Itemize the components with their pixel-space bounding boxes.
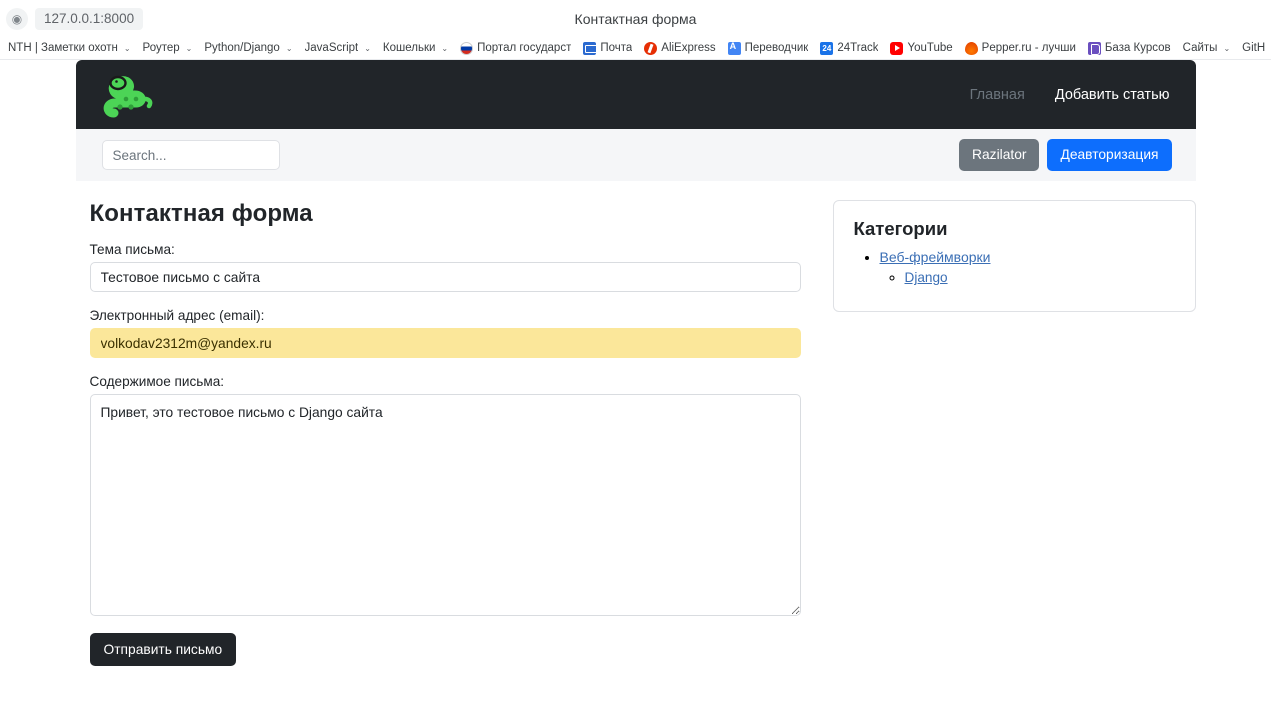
bookmark-label: Переводчик: [744, 42, 809, 54]
base-kursov-icon: [1087, 41, 1101, 55]
site-navbar: Главная Добавить статью: [75, 60, 1196, 129]
mail-icon: [583, 41, 597, 55]
python-snake-logo: [103, 75, 152, 117]
bookmark-label: Python/Django: [204, 42, 280, 54]
email-label: Электронный адрес (email):: [89, 308, 265, 323]
bookmark-label: GitH: [1242, 42, 1266, 54]
bookmark-item[interactable]: GitH: [1236, 40, 1271, 56]
category-link-django[interactable]: Django: [905, 270, 948, 285]
youtube-icon: [890, 41, 904, 55]
tab-title: Контактная форма: [574, 10, 697, 27]
content-column: Контактная форма Тема письма: Электронны…: [76, 200, 821, 666]
subcategory-item: Django: [905, 269, 1175, 287]
24track-icon: 24: [820, 41, 834, 55]
bookmark-item[interactable]: JavaScript ⌄: [299, 40, 377, 56]
body-textarea[interactable]: [89, 394, 801, 616]
bookmark-label: Кошельки: [382, 42, 436, 54]
globe-icon: ◉: [6, 7, 28, 30]
url-text[interactable]: 127.0.0.1:8000: [35, 7, 144, 30]
navbar-links: Главная Добавить статью: [968, 81, 1172, 109]
bookmark-item[interactable]: Кошельки ⌄: [377, 40, 454, 56]
subbar-actions: Razilator Деавторизация: [959, 139, 1172, 171]
categories-list: Веб-фреймворки Django: [854, 249, 1175, 287]
bookmark-item[interactable]: 24 24Track: [814, 40, 884, 57]
bookmark-item[interactable]: NTH | Заметки охотн ⌄: [2, 40, 137, 56]
categories-card: Категории Веб-фреймворки Django: [832, 200, 1196, 312]
body-label: Содержимое письма:: [89, 374, 225, 389]
bookmark-label: YouTube: [907, 42, 953, 54]
bookmark-item[interactable]: Почта: [577, 40, 638, 57]
page-container: Главная Добавить статью Razilator Деавто…: [75, 60, 1196, 666]
logout-button[interactable]: Деавторизация: [1047, 139, 1172, 171]
aliexpress-icon: [644, 41, 658, 55]
bookmark-label: Pepper.ru - лучши: [981, 42, 1076, 54]
site-logo-link[interactable]: [102, 71, 158, 119]
subcategories-list: Django: [880, 269, 1175, 287]
bookmark-item[interactable]: Переводчик: [722, 40, 815, 57]
contact-form: Тема письма: Электронный адрес (email): …: [89, 242, 821, 666]
translate-icon: [727, 41, 741, 55]
chevron-down-icon: ⌄: [285, 43, 293, 53]
search-and-actions-bar: Razilator Деавторизация: [75, 129, 1196, 181]
main-row: Контактная форма Тема письма: Электронны…: [76, 181, 1196, 666]
bookmark-label: Почта: [600, 42, 633, 54]
bookmark-item[interactable]: Pepper.ru - лучши: [959, 40, 1082, 57]
nav-link-add-article[interactable]: Добавить статью: [1053, 81, 1172, 109]
bookmark-item[interactable]: Роутер ⌄: [137, 40, 199, 56]
page-title: Контактная форма: [89, 200, 313, 227]
chevron-down-icon: ⌄: [364, 43, 371, 53]
browser-chrome: ◉ 127.0.0.1:8000 Контактная форма NTH | …: [0, 0, 1271, 60]
bookmarks-bar: NTH | Заметки охотн ⌄ Роутер ⌄ Python/Dj…: [0, 37, 1271, 60]
search-input[interactable]: [101, 140, 280, 170]
bookmark-label: 24Track: [837, 42, 879, 54]
ru-flag-icon: [460, 41, 474, 55]
nav-link-home[interactable]: Главная: [968, 81, 1027, 109]
sidebar-column: Категории Веб-фреймворки Django: [821, 200, 1196, 666]
bookmark-label: AliExpress: [661, 42, 716, 54]
address-bar[interactable]: ◉ 127.0.0.1:8000: [6, 7, 144, 30]
chevron-down-icon: ⌄: [185, 43, 193, 53]
browser-toolbar: ◉ 127.0.0.1:8000 Контактная форма: [0, 0, 1271, 37]
chevron-down-icon: ⌄: [123, 43, 131, 53]
bookmark-label: Роутер: [142, 42, 180, 54]
email-input[interactable]: [89, 328, 801, 358]
send-email-button[interactable]: Отправить письмо: [89, 633, 237, 666]
bookmark-item[interactable]: Сайты ⌄: [1177, 40, 1237, 56]
category-item: Веб-фреймворки Django: [880, 249, 1175, 287]
bookmark-label: NTH | Заметки охотн: [8, 42, 118, 54]
bookmark-item[interactable]: База Курсов: [1082, 40, 1177, 57]
pepper-icon: [964, 41, 978, 55]
bookmark-label: Портал государст: [477, 42, 572, 54]
bookmark-label: База Курсов: [1104, 42, 1171, 54]
chevron-down-icon: ⌄: [441, 43, 449, 53]
razilator-button[interactable]: Razilator: [959, 139, 1040, 171]
bookmark-item[interactable]: YouTube: [884, 40, 958, 57]
subject-label: Тема письма:: [89, 242, 175, 257]
chevron-down-icon: ⌄: [1223, 43, 1231, 53]
bookmark-item[interactable]: AliExpress: [638, 40, 721, 57]
categories-title: Категории: [853, 218, 948, 239]
bookmark-label: Сайты: [1182, 42, 1218, 54]
category-link-web-frameworks[interactable]: Веб-фреймворки: [880, 249, 991, 265]
page-viewport: Главная Добавить статью Razilator Деавто…: [0, 60, 1271, 719]
bookmark-item[interactable]: Python/Django ⌄: [198, 40, 298, 56]
bookmark-label: JavaScript: [304, 42, 359, 54]
subject-input[interactable]: [89, 262, 801, 292]
bookmark-item[interactable]: Портал государст: [454, 40, 577, 57]
